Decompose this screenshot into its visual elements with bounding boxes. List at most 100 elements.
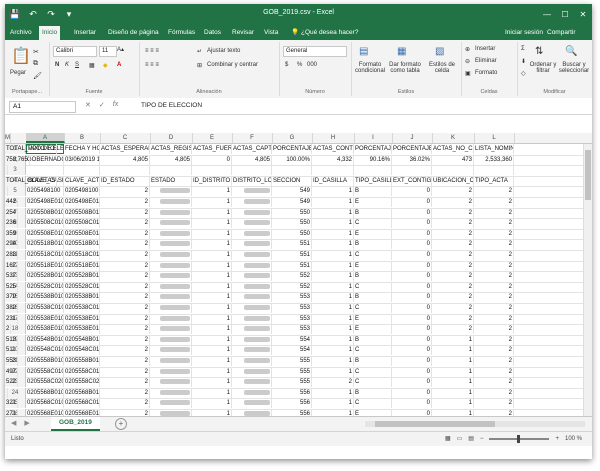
cell-c9[interactable]: 2 — [100, 228, 150, 239]
prev-sheet-icon[interactable]: ◀ — [11, 419, 16, 427]
sort-filter-button[interactable]: Ordenar y filtrar — [529, 62, 557, 74]
cell-j22[interactable]: 0 — [392, 366, 432, 377]
tab-insertar[interactable]: Insertar — [71, 26, 99, 40]
cell-d17[interactable] — [150, 313, 192, 324]
cell-m25[interactable]: 321 — [5, 398, 19, 409]
cell-i8[interactable]: C — [354, 218, 392, 229]
page-layout-icon[interactable]: ▭ — [457, 432, 463, 446]
cell-h7[interactable]: 1 — [312, 207, 354, 218]
font-color-icon[interactable]: A — [117, 62, 121, 68]
column-header-j[interactable]: J — [392, 133, 433, 143]
column-header-l[interactable]: L — [474, 133, 515, 143]
cell-h11[interactable]: 1 — [312, 250, 354, 260]
cell-k21[interactable]: 1 — [432, 356, 474, 366]
cell-l18[interactable]: 2 — [474, 324, 514, 335]
cell-g9[interactable]: 550 — [272, 228, 312, 239]
cell-m4[interactable]: TOTAL_BOLETAS — [5, 175, 58, 186]
cell-j1[interactable]: PORCENTAJE_ — [392, 144, 432, 154]
cell-l19[interactable]: 2 — [474, 334, 514, 345]
cell-m18[interactable]: 2 — [5, 324, 12, 335]
cell-b24[interactable]: 0205568B0100 — [64, 387, 100, 398]
cell-l21[interactable]: 2 — [474, 356, 514, 366]
cell-m14[interactable]: 525 — [5, 281, 19, 292]
cell-h10[interactable]: 1 — [312, 239, 354, 250]
cell-d15[interactable] — [150, 292, 192, 303]
cell-f10[interactable] — [232, 239, 272, 250]
cell-h19[interactable]: 1 — [312, 334, 354, 345]
cell-m11[interactable]: 283 — [5, 250, 19, 260]
cell-a12[interactable]: 0205518E0100 — [26, 260, 64, 271]
cell-j5[interactable]: 0 — [392, 186, 432, 197]
tab-vista[interactable]: Vista — [261, 26, 281, 40]
cell-l7[interactable]: 2 — [474, 207, 514, 218]
cell-j6[interactable]: 0 — [392, 197, 432, 207]
cell-d13[interactable] — [150, 271, 192, 282]
italic-button[interactable]: K — [65, 62, 69, 68]
cell-g10[interactable]: 551 — [272, 239, 312, 250]
name-box[interactable]: A1 — [9, 101, 76, 113]
cell-k5[interactable]: 2 — [432, 186, 474, 197]
cell-h20[interactable]: 1 — [312, 345, 354, 356]
cell-f4[interactable]: DISTRITO_LOCAL — [232, 175, 272, 186]
cell-l1[interactable]: LISTA_NOMINAL — [474, 144, 514, 154]
formula-input[interactable]: TIPO DE ELECCION — [141, 101, 202, 111]
cell-h16[interactable]: 1 — [312, 303, 354, 313]
cell-l8[interactable]: 2 — [474, 218, 514, 229]
cell-a13[interactable]: 0205528B0100 — [26, 271, 64, 282]
cell-i14[interactable]: C — [354, 281, 392, 292]
cell-k4[interactable]: UBICACION_C — [432, 175, 474, 186]
cell-b19[interactable]: 0205548B0100 — [64, 334, 100, 345]
cell-b4[interactable]: CLAVE_ACTA — [64, 175, 100, 186]
fill-icon[interactable]: ⬇ — [521, 58, 526, 65]
cell-g18[interactable]: 553 — [272, 324, 312, 335]
cell-d12[interactable] — [150, 260, 192, 271]
thousands-button[interactable]: 000 — [307, 62, 317, 68]
cell-l5[interactable]: 2 — [474, 186, 514, 197]
cell-k6[interactable]: 2 — [432, 197, 474, 207]
cell-f25[interactable] — [232, 398, 272, 409]
close-button[interactable]: ✕ — [574, 4, 592, 26]
cell-c24[interactable]: 2 — [100, 387, 150, 398]
format-cells-button[interactable]: Formato — [475, 70, 497, 76]
cell-f7[interactable] — [232, 207, 272, 218]
cell-e2[interactable]: 0 — [192, 154, 232, 165]
cell-d8[interactable] — [150, 218, 192, 229]
format-as-table-button[interactable]: Dar formato como tabla — [387, 62, 423, 74]
cell-m23[interactable]: 522 — [5, 377, 19, 388]
cell-a17[interactable]: 0205538E0100 — [26, 313, 64, 324]
cell-c12[interactable]: 2 — [100, 260, 150, 271]
cell-e19[interactable]: 1 — [192, 334, 232, 345]
cell-c14[interactable]: 2 — [100, 281, 150, 292]
column-header-b[interactable]: B — [64, 133, 101, 143]
cell-l12[interactable]: 2 — [474, 260, 514, 271]
cell-a20[interactable]: 0205548C0100 — [26, 345, 64, 356]
cell-k16[interactable]: 2 — [432, 303, 474, 313]
cell-c3[interactable] — [100, 165, 150, 176]
cell-m7[interactable]: 254 — [5, 207, 19, 218]
cell-e22[interactable]: 1 — [192, 366, 232, 377]
cell-j3[interactable] — [392, 165, 432, 176]
cell-i5[interactable]: B — [354, 186, 392, 197]
cell-h12[interactable]: 1 — [312, 260, 354, 271]
cell-b15[interactable]: 0205538B0100 — [64, 292, 100, 303]
cell-d21[interactable] — [150, 356, 192, 366]
cell-d22[interactable] — [150, 366, 192, 377]
cell-m6[interactable]: 442 — [5, 197, 19, 207]
cell-l22[interactable]: 2 — [474, 366, 514, 377]
cell-h24[interactable]: 1 — [312, 387, 354, 398]
cell-k18[interactable]: 2 — [432, 324, 474, 335]
add-sheet-button[interactable]: + — [115, 418, 127, 430]
cell-i10[interactable]: B — [354, 239, 392, 250]
column-header-k[interactable]: K — [432, 133, 475, 143]
cell-m9[interactable]: 359 — [5, 228, 19, 239]
enter-formula-icon[interactable]: ✓ — [99, 101, 105, 109]
cell-m3[interactable] — [5, 165, 8, 176]
cell-c13[interactable]: 2 — [100, 271, 150, 282]
cell-c16[interactable]: 2 — [100, 303, 150, 313]
cell-k13[interactable]: 2 — [432, 271, 474, 282]
cell-h3[interactable] — [312, 165, 354, 176]
cell-d10[interactable] — [150, 239, 192, 250]
cell-l14[interactable]: 2 — [474, 281, 514, 292]
cell-k3[interactable] — [432, 165, 474, 176]
cell-b10[interactable]: 0205518B0100 — [64, 239, 100, 250]
